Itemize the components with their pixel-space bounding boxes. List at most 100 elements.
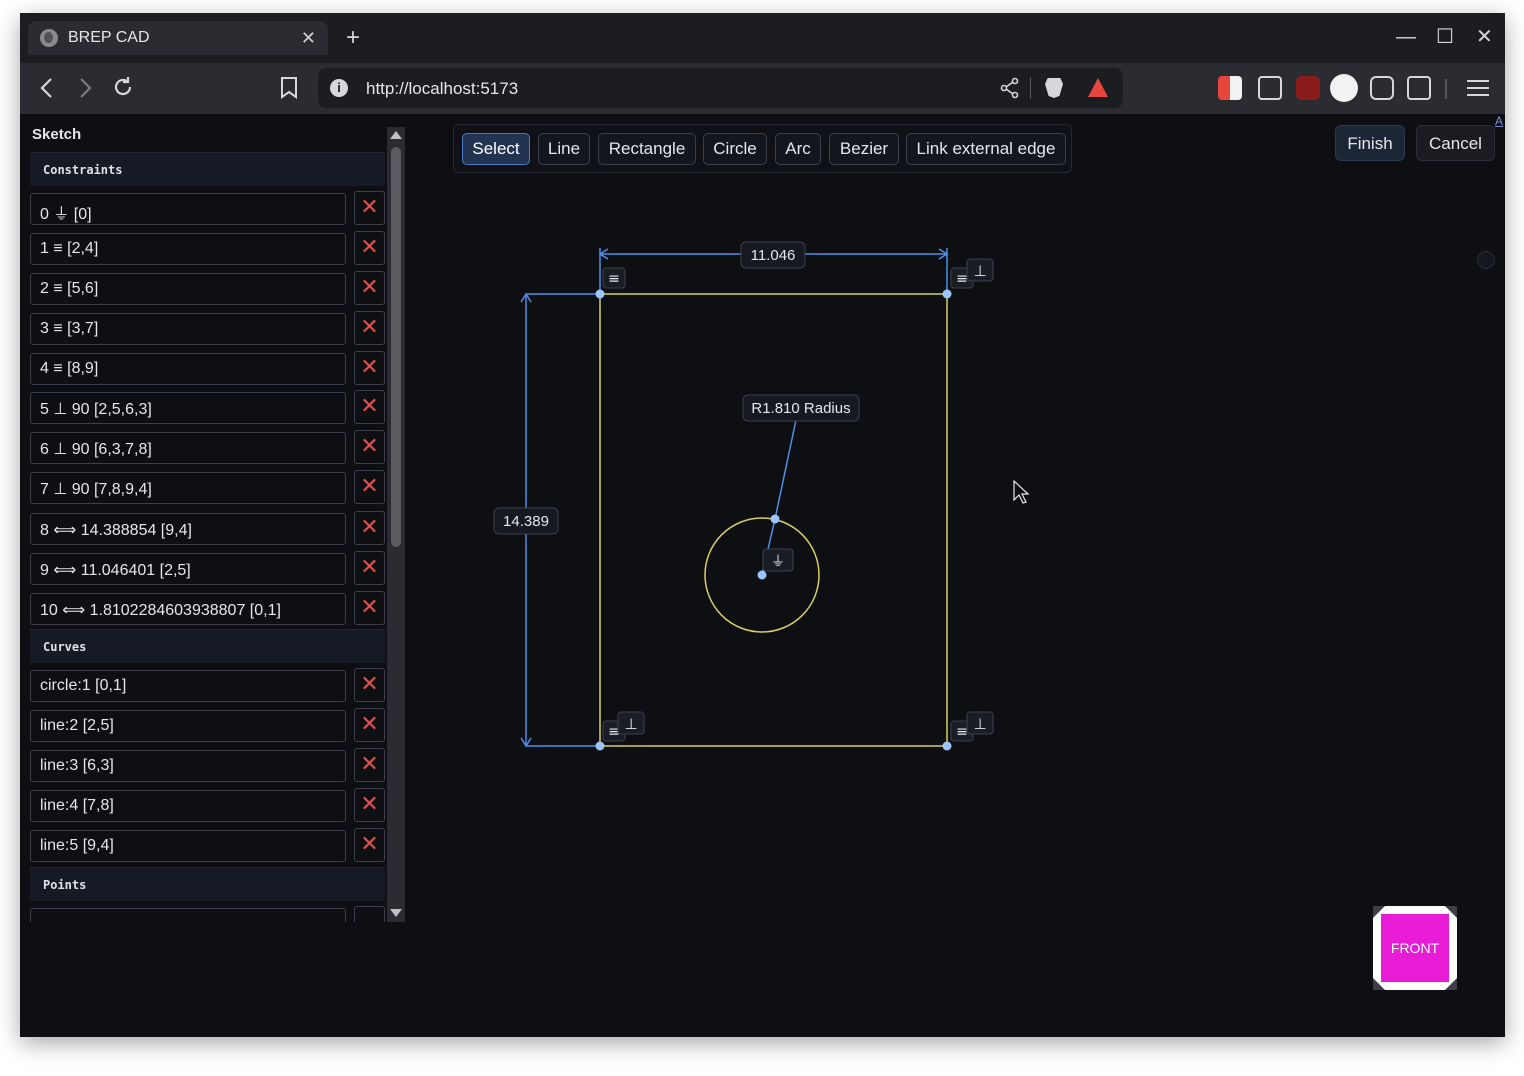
- bezier-tool-button[interactable]: Bezier: [829, 133, 899, 165]
- curve-item[interactable]: line:3 [6,3]: [30, 750, 346, 782]
- ground-badge-circle-center[interactable]: ⏚: [762, 548, 794, 572]
- brave-rewards-icon[interactable]: [1088, 78, 1108, 97]
- curve-row: line:2 [2,5] ✕: [30, 708, 385, 744]
- delete-constraint-button[interactable]: ✕: [354, 311, 385, 345]
- curve-item[interactable]: line:5 [9,4]: [30, 830, 346, 862]
- extension-red-icon[interactable]: [1218, 76, 1242, 100]
- scroll-thumb[interactable]: [391, 147, 401, 547]
- constraint-item[interactable]: 10 ⟺ 1.8102284603938807 [0,1]: [30, 593, 346, 625]
- delete-constraint-button[interactable]: ✕: [354, 511, 385, 545]
- address-bar[interactable]: i http://localhost:5173: [318, 68, 1123, 108]
- menu-icon[interactable]: [1467, 78, 1489, 98]
- view-cube-front-face[interactable]: FRONT: [1381, 914, 1449, 982]
- constraint-item[interactable]: 2 ≡ [5,6]: [30, 273, 346, 305]
- brave-shield-icon[interactable]: [1045, 78, 1063, 98]
- point-row-partial: [30, 906, 385, 922]
- scroll-up-arrow-icon[interactable]: [390, 131, 402, 139]
- rectangle-tool-button[interactable]: Rectangle: [598, 133, 696, 165]
- radius-dimension-label[interactable]: R1.810 Radius: [742, 394, 860, 422]
- ublock-icon[interactable]: [1296, 76, 1320, 100]
- constraint-item[interactable]: 1 ≡ [2,4]: [30, 233, 346, 265]
- new-tab-button[interactable]: +: [346, 25, 360, 51]
- point-top-left[interactable]: [595, 289, 605, 299]
- constraint-item[interactable]: 0 ⏚ [0]: [30, 193, 346, 225]
- radius-leader-line: [774, 419, 797, 520]
- select-tool-button[interactable]: Select: [462, 133, 530, 165]
- constraint-item[interactable]: 7 ⊥ 90 [7,8,9,4]: [30, 472, 346, 504]
- delete-curve-button[interactable]: ✕: [354, 708, 385, 742]
- share-icon[interactable]: [1000, 77, 1020, 99]
- curves-section-header[interactable]: Curves: [30, 629, 385, 663]
- constraint-item[interactable]: 6 ⊥ 90 [6,3,7,8]: [30, 432, 346, 464]
- corner-link[interactable]: A: [1495, 114, 1503, 128]
- constraint-item[interactable]: 8 ⟺ 14.388854 [9,4]: [30, 513, 346, 545]
- extensions-icon[interactable]: [1370, 76, 1394, 100]
- canvas-indicator-dot[interactable]: [1477, 251, 1495, 269]
- point-bottom-right[interactable]: [942, 741, 952, 751]
- link-external-edge-button[interactable]: Link external edge: [906, 133, 1066, 165]
- constraint-item[interactable]: 9 ⟺ 11.046401 [2,5]: [30, 553, 346, 585]
- scroll-down-arrow-icon[interactable]: [390, 909, 402, 917]
- constraint-item[interactable]: 5 ⊥ 90 [2,5,6,3]: [30, 392, 346, 424]
- constraint-item[interactable]: 4 ≡ [8,9]: [30, 353, 346, 385]
- curve-item[interactable]: line:4 [7,8]: [30, 790, 346, 822]
- toolbar-separator: [1445, 79, 1447, 99]
- close-window-button[interactable]: ✕: [1476, 25, 1493, 49]
- cancel-button[interactable]: Cancel: [1416, 125, 1495, 161]
- constraints-section-header[interactable]: Constraints: [30, 152, 385, 186]
- back-icon[interactable]: [38, 77, 56, 99]
- delete-point-button[interactable]: [354, 906, 385, 922]
- sidebar-title: Sketch: [32, 126, 82, 143]
- delete-constraint-button[interactable]: ✕: [354, 430, 385, 464]
- site-info-icon[interactable]: i: [330, 79, 348, 97]
- width-dimension-label[interactable]: 11.046: [740, 241, 806, 269]
- browser-toolbar: i http://localhost:5173: [20, 63, 1505, 114]
- delete-curve-button[interactable]: ✕: [354, 788, 385, 822]
- delete-constraint-button[interactable]: ✕: [354, 191, 385, 225]
- point-circle-center[interactable]: [757, 570, 767, 580]
- constraint-row: 7 ⊥ 90 [7,8,9,4] ✕: [30, 470, 385, 506]
- browser-window: BREP CAD ✕ + — ☐ ✕ i http://localhost:51…: [20, 13, 1505, 1037]
- coincident-badge-top-left[interactable]: ≡: [602, 267, 626, 289]
- finish-button[interactable]: Finish: [1335, 125, 1405, 161]
- arc-tool-button[interactable]: Arc: [775, 133, 821, 165]
- forward-icon[interactable]: [76, 77, 94, 99]
- reload-icon[interactable]: [111, 75, 135, 99]
- delete-constraint-button[interactable]: ✕: [354, 551, 385, 585]
- point-top-right[interactable]: [942, 289, 952, 299]
- extension-window-icon[interactable]: [1258, 76, 1282, 100]
- delete-constraint-button[interactable]: ✕: [354, 390, 385, 424]
- delete-constraint-button[interactable]: ✕: [354, 470, 385, 504]
- curve-item[interactable]: circle:1 [0,1]: [30, 670, 346, 702]
- maximize-button[interactable]: ☐: [1436, 25, 1454, 49]
- view-cube[interactable]: FRONT: [1373, 906, 1457, 990]
- browser-tab[interactable]: BREP CAD ✕: [28, 21, 328, 55]
- circle-tool-button[interactable]: Circle: [703, 133, 767, 165]
- minimize-button[interactable]: —: [1396, 25, 1416, 49]
- line-tool-button[interactable]: Line: [538, 133, 590, 165]
- delete-constraint-button[interactable]: ✕: [354, 351, 385, 385]
- delete-curve-button[interactable]: ✕: [354, 748, 385, 782]
- delete-constraint-button[interactable]: ✕: [354, 271, 385, 305]
- perpendicular-badge-bottom-left[interactable]: ⊥: [617, 711, 645, 735]
- constraint-item[interactable]: 3 ≡ [3,7]: [30, 313, 346, 345]
- constraint-row: 0 ⏚ [0] ✕: [30, 191, 385, 227]
- height-dimension-label[interactable]: 14.389: [493, 507, 559, 535]
- sidebar-scrollbar[interactable]: [387, 127, 405, 922]
- bookmark-icon[interactable]: [280, 76, 298, 100]
- curve-item[interactable]: line:2 [2,5]: [30, 710, 346, 742]
- tab-close-icon[interactable]: ✕: [301, 28, 316, 49]
- reader-mode-icon[interactable]: [1407, 76, 1431, 100]
- constraint-row: 2 ≡ [5,6] ✕: [30, 271, 385, 307]
- point-circle-edge[interactable]: [770, 514, 780, 524]
- perpendicular-badge-top-right[interactable]: ⊥: [966, 258, 994, 282]
- point-bottom-left[interactable]: [595, 741, 605, 751]
- point-item[interactable]: [30, 908, 346, 922]
- delete-constraint-button[interactable]: ✕: [354, 231, 385, 265]
- extension-white-circle-icon[interactable]: [1330, 74, 1358, 102]
- perpendicular-badge-bottom-right[interactable]: ⊥: [966, 711, 994, 735]
- delete-curve-button[interactable]: ✕: [354, 668, 385, 702]
- points-section-header[interactable]: Points: [30, 867, 385, 901]
- delete-constraint-button[interactable]: ✕: [354, 591, 385, 625]
- delete-curve-button[interactable]: ✕: [354, 828, 385, 862]
